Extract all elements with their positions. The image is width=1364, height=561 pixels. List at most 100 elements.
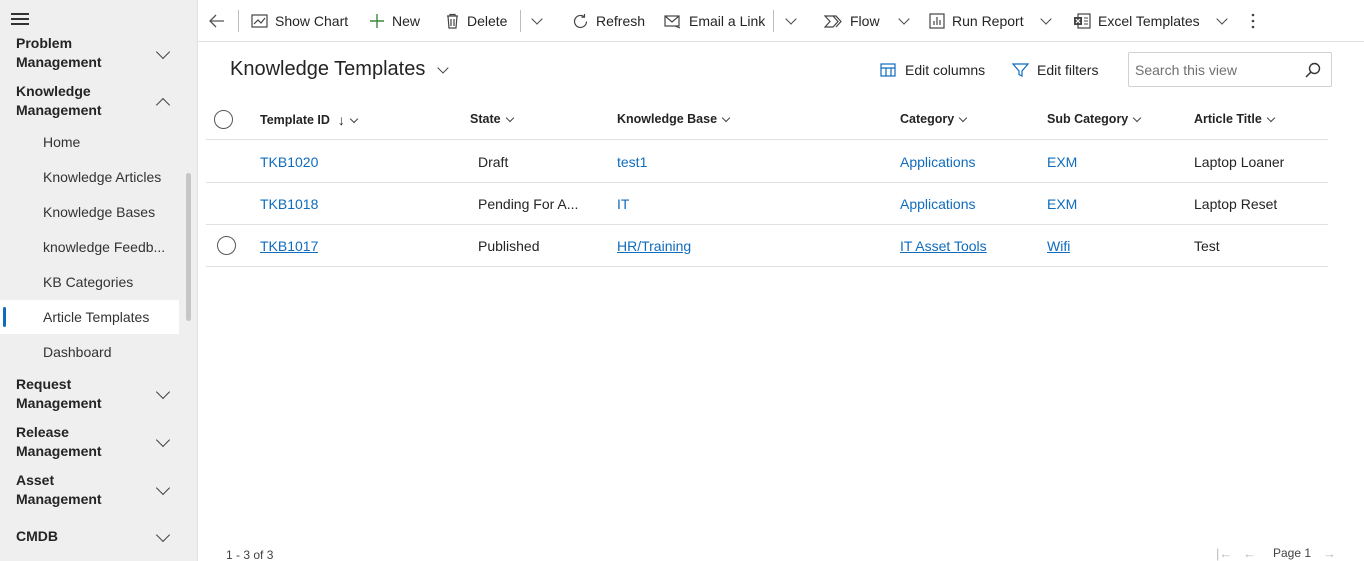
run-report-label: Run Report <box>952 13 1024 29</box>
column-header-label: Template ID <box>260 113 330 127</box>
column-header-knowledge-base[interactable]: Knowledge Base <box>617 112 731 126</box>
nav-group-problem-management[interactable]: Problem Management <box>16 34 186 72</box>
excel-templates-button[interactable]: Excel Templates <box>1073 0 1228 42</box>
edit-filters-label: Edit filters <box>1037 62 1099 78</box>
column-header-template-id[interactable]: Template ID ↓ <box>260 112 359 128</box>
email-link-label: Email a Link <box>689 13 766 29</box>
sidebar-scrollbar[interactable] <box>186 173 191 321</box>
more-vertical-icon <box>1251 13 1255 29</box>
article-title-cell: Test <box>1194 238 1220 254</box>
email-link-icon <box>664 14 681 29</box>
sidebar-item-home[interactable]: Home <box>0 125 179 159</box>
chevron-down-icon <box>897 13 910 25</box>
column-header-label: State <box>470 112 501 126</box>
back-button[interactable] <box>208 0 233 42</box>
grid-header: Template ID ↓ State Knowledge Base Categ… <box>206 98 1328 140</box>
excel-templates-label: Excel Templates <box>1098 13 1200 29</box>
chart-icon <box>251 14 268 28</box>
trash-icon <box>447 13 458 29</box>
delete-button[interactable]: Delete <box>445 0 507 42</box>
plus-icon <box>370 14 384 28</box>
nav-group-knowledge-management[interactable]: Knowledge Management <box>16 82 186 120</box>
column-header-sub-category[interactable]: Sub Category <box>1047 112 1142 126</box>
sub-category-link[interactable]: EXM <box>1047 196 1077 212</box>
sidebar-item-kb-categories[interactable]: KB Categories <box>0 265 179 299</box>
sidebar-item-article-templates[interactable]: Article Templates <box>0 300 179 334</box>
chevron-down-icon <box>785 13 797 25</box>
state-cell: Draft <box>478 154 509 170</box>
state-cell: Pending For A... <box>478 196 579 212</box>
delete-label: Delete <box>467 13 508 29</box>
article-title-cell: Laptop Reset <box>1194 196 1278 212</box>
edit-columns-label: Edit columns <box>905 62 986 78</box>
record-count: 1 - 3 of 3 <box>226 548 274 561</box>
show-chart-button[interactable]: Show Chart <box>251 0 348 42</box>
category-link[interactable]: Applications <box>900 196 976 212</box>
column-header-article-title[interactable]: Article Title <box>1194 112 1276 126</box>
new-button[interactable]: New <box>369 0 420 42</box>
nav-group-cmdb[interactable]: CMDB <box>16 527 186 546</box>
next-page-icon[interactable]: → <box>1323 546 1336 561</box>
template-id-link[interactable]: TKB1018 <box>260 196 318 212</box>
search-box <box>1128 52 1332 87</box>
template-id-link[interactable]: TKB1017 <box>260 238 318 254</box>
column-header-state[interactable]: State <box>470 112 514 126</box>
more-commands-button[interactable] <box>1250 0 1263 42</box>
nav-group-request-management[interactable]: Request Management <box>16 375 186 413</box>
knowledge-base-link[interactable]: HR/Training <box>617 238 691 254</box>
refresh-label: Refresh <box>596 13 646 29</box>
sidebar-item-knowledge-bases[interactable]: Knowledge Bases <box>0 195 179 229</box>
chevron-down-icon <box>505 113 514 122</box>
article-title-cell: Laptop Loaner <box>1194 154 1285 170</box>
more-delete-dropdown[interactable] <box>531 0 543 42</box>
refresh-button[interactable]: Refresh <box>572 0 645 42</box>
toolbar-divider <box>773 10 774 32</box>
previous-page-icon[interactable]: ← <box>1243 546 1256 561</box>
chevron-down-icon <box>1266 113 1276 122</box>
nav-group-release-management[interactable]: Release Management <box>16 423 186 461</box>
toolbar-divider <box>520 10 521 32</box>
chevron-down-icon <box>1039 13 1052 25</box>
toolbar-divider <box>238 10 239 32</box>
column-header-category[interactable]: Category <box>900 112 968 126</box>
hamburger-menu-icon[interactable] <box>11 13 29 27</box>
category-link[interactable]: IT Asset Tools <box>900 238 987 254</box>
sidebar-item-dashboard[interactable]: Dashboard <box>0 335 179 369</box>
sub-category-link[interactable]: Wifi <box>1047 238 1070 254</box>
view-selector[interactable]: Knowledge Templates <box>230 58 449 81</box>
run-report-button[interactable]: Run Report <box>929 0 1052 42</box>
more-email-dropdown[interactable] <box>785 0 797 42</box>
filter-icon <box>1012 63 1029 77</box>
command-bar: Show Chart New Delete Refresh Email a Li… <box>198 0 1364 42</box>
flow-button[interactable]: Flow <box>824 0 910 42</box>
search-icon[interactable] <box>1305 62 1321 78</box>
sub-category-link[interactable]: EXM <box>1047 154 1077 170</box>
column-header-label: Knowledge Base <box>617 112 718 126</box>
search-input[interactable] <box>1135 61 1300 79</box>
select-all-checkbox[interactable] <box>214 110 233 129</box>
edit-columns-button[interactable]: Edit columns <box>880 60 985 80</box>
sidebar-item-knowledge-articles[interactable]: Knowledge Articles <box>0 160 179 194</box>
nav-group-asset-management[interactable]: Asset Management <box>16 471 186 509</box>
template-id-link[interactable]: TKB1020 <box>260 154 318 170</box>
row-select-checkbox[interactable] <box>217 236 236 255</box>
table-row[interactable]: TKB1020 Draft test1 Applications EXM Lap… <box>206 141 1328 183</box>
state-cell: Published <box>478 238 540 254</box>
edit-filters-button[interactable]: Edit filters <box>1012 60 1098 80</box>
knowledge-base-link[interactable]: test1 <box>617 154 647 170</box>
knowledge-base-link[interactable]: IT <box>617 196 629 212</box>
flow-label: Flow <box>850 13 880 29</box>
chevron-down-icon <box>349 114 359 123</box>
chevron-down-icon <box>1216 13 1228 25</box>
page-number: Page 1 <box>1273 546 1312 560</box>
table-row[interactable]: TKB1017 Published HR/Training IT Asset T… <box>206 225 1328 267</box>
sort-descending-icon: ↓ <box>337 112 345 128</box>
new-label: New <box>392 13 421 29</box>
first-page-icon[interactable]: |← <box>1216 546 1232 561</box>
report-icon <box>929 13 945 29</box>
table-row[interactable]: TKB1018 Pending For A... IT Applications… <box>206 183 1328 225</box>
back-arrow-icon <box>209 14 224 28</box>
sidebar-item-knowledge-feedback[interactable]: knowledge Feedb... <box>0 230 179 264</box>
email-link-button[interactable]: Email a Link <box>664 0 765 42</box>
category-link[interactable]: Applications <box>900 154 976 170</box>
